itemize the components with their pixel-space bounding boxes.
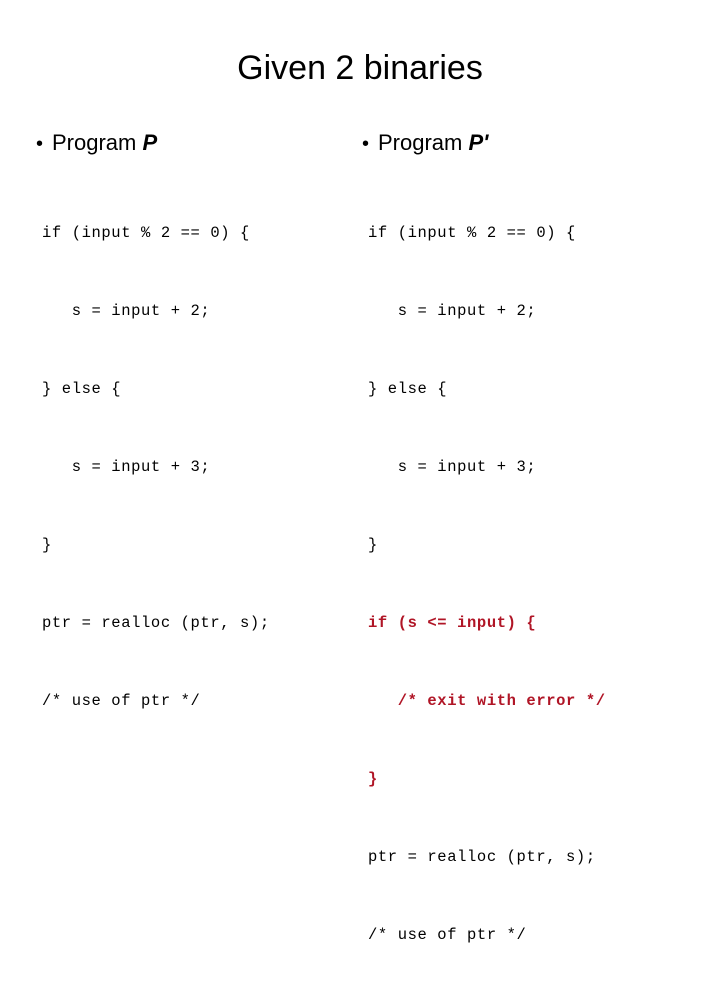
program-label-prefix: Program (52, 130, 143, 155)
code-line: } else { (368, 380, 448, 398)
page-title: Given 2 binaries (237, 49, 483, 87)
bullet-heading-program-p: • Program P (36, 130, 366, 160)
code-line: s = input + 2; (42, 302, 211, 320)
code-block-program-p: if (input % 2 == 0) { s = input + 2; } e… (36, 168, 366, 766)
bullet-icon: • (36, 133, 44, 155)
code-line-highlighted: if (s <= input) { (368, 614, 537, 632)
code-line: s = input + 3; (368, 458, 537, 476)
code-line: ptr = realloc (ptr, s); (42, 614, 270, 632)
code-line-highlighted: /* exit with error */ (368, 692, 606, 710)
code-line: } else { (42, 380, 122, 398)
bullet-icon: • (362, 133, 370, 155)
code-line: if (input % 2 == 0) { (42, 224, 250, 242)
program-label: Program P' (378, 130, 488, 156)
program-label: Program P (52, 130, 157, 156)
code-line: } (368, 536, 378, 554)
code-block-program-p-prime: if (input % 2 == 0) { s = input + 2; } e… (362, 168, 702, 1000)
column-program-p-prime: • Program P' if (input % 2 == 0) { s = i… (362, 130, 702, 1000)
code-line: s = input + 2; (368, 302, 537, 320)
bullet-heading-program-p-prime: • Program P' (362, 130, 702, 160)
code-line: if (input % 2 == 0) { (368, 224, 576, 242)
program-label-prefix: Program (378, 130, 469, 155)
code-line: /* use of ptr */ (42, 692, 201, 710)
code-line: s = input + 3; (42, 458, 211, 476)
code-line: ptr = realloc (ptr, s); (368, 848, 596, 866)
code-line: /* use of ptr */ (368, 926, 527, 944)
code-line-highlighted: } (368, 770, 378, 788)
program-symbol: P' (468, 130, 489, 155)
slide: Given 2 binaries • Program P if (input %… (0, 0, 720, 944)
column-program-p: • Program P if (input % 2 == 0) { s = in… (36, 130, 366, 766)
code-line: } (42, 536, 52, 554)
program-symbol: P (142, 130, 158, 155)
